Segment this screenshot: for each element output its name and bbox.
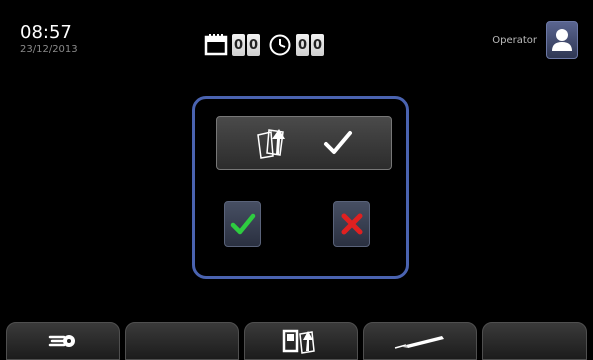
sd-card-document-icon — [282, 329, 315, 354]
tab-empty-1[interactable] — [125, 322, 239, 360]
tab-signature[interactable] — [363, 322, 477, 360]
hours-digit: 0 — [311, 34, 324, 56]
confirm-button[interactable] — [224, 201, 261, 247]
red-x-icon — [341, 213, 362, 235]
time-label: 08:57 — [20, 22, 72, 43]
operator-label: Operator — [492, 34, 537, 46]
cancel-button[interactable] — [333, 201, 370, 247]
days-digit: 0 — [247, 34, 260, 56]
green-check-icon — [230, 213, 255, 235]
user-avatar-button[interactable] — [546, 21, 578, 59]
upload-status-panel — [216, 116, 392, 170]
usage-counters: 0 0 0 0 — [204, 33, 326, 57]
tab-empty-2[interactable] — [482, 322, 587, 360]
bottom-toolbar — [0, 322, 593, 360]
datetime-display: 08:57 23/12/2013 — [20, 23, 78, 56]
tab-airflow[interactable] — [6, 322, 120, 360]
confirm-dialog — [192, 96, 409, 279]
clock-icon — [269, 34, 291, 56]
tab-sd-document[interactable] — [244, 322, 358, 360]
operator-area: Operator — [492, 21, 578, 59]
air-flow-icon — [48, 335, 75, 347]
days-digit: 0 — [232, 34, 245, 56]
document-upload-icon — [257, 129, 285, 159]
checkmark-icon — [324, 131, 352, 154]
pen-icon — [394, 336, 444, 349]
calendar-icon — [204, 34, 228, 56]
user-avatar-icon — [552, 29, 572, 51]
date-label: 23/12/2013 — [20, 44, 78, 55]
hours-digit: 0 — [296, 34, 309, 56]
